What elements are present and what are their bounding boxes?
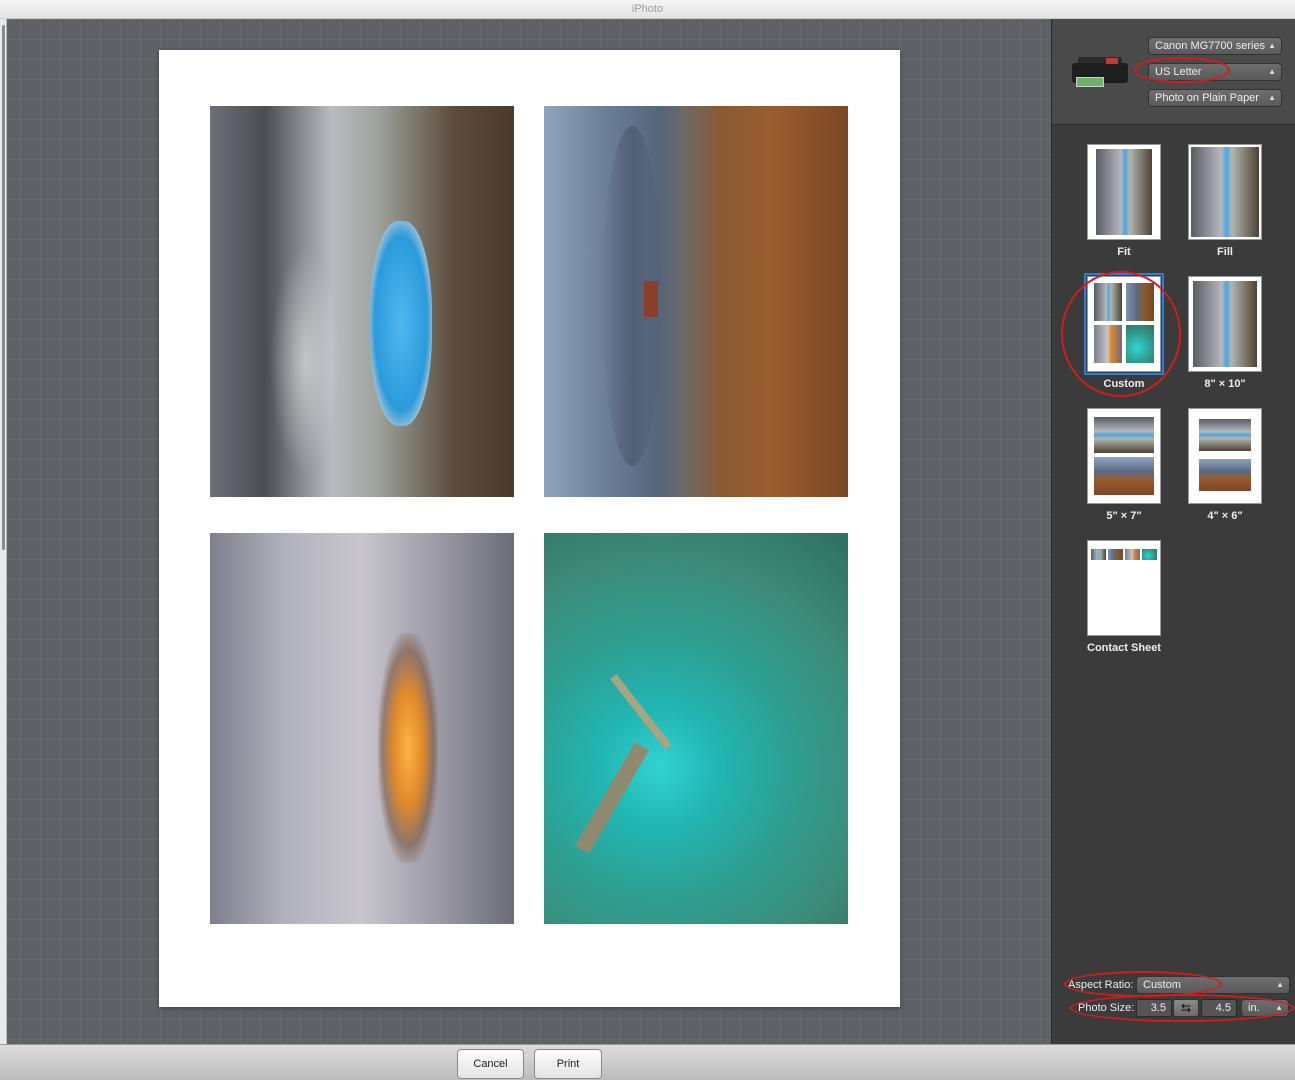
- fit-layout-thumbnail: [1087, 144, 1161, 240]
- photo-height-field[interactable]: 4.5: [1201, 999, 1237, 1017]
- layout-label: 4" × 6": [1207, 510, 1243, 522]
- paper-size-value: US Letter: [1155, 66, 1202, 78]
- layout-label: 5" × 7": [1106, 510, 1142, 522]
- printer-icon: [1072, 53, 1130, 87]
- aspect-ratio-select[interactable]: Custom ▲: [1136, 976, 1290, 994]
- unit-value: in.: [1248, 1002, 1260, 1014]
- photo-detail-mist: [270, 246, 340, 476]
- unit-select[interactable]: in. ▲: [1241, 999, 1289, 1017]
- photo-geyser[interactable]: [210, 106, 514, 497]
- popup-arrows-icon: ▲: [1275, 1003, 1283, 1012]
- layout-custom[interactable]: Custom: [1084, 273, 1164, 390]
- photo-sea-wreck[interactable]: [544, 533, 848, 924]
- custom-layout-thumbnail: [1084, 273, 1164, 375]
- layout-label: Fit: [1117, 246, 1131, 258]
- layout-fit[interactable]: Fit: [1087, 144, 1161, 258]
- fill-layout-thumbnail: [1188, 144, 1262, 240]
- print-settings-sidebar: Canon MG7700 series ▲ US Letter ▲ Photo …: [1051, 19, 1295, 1044]
- layout-5x7[interactable]: 5" × 7": [1087, 408, 1161, 522]
- photo-detail-house: [644, 281, 658, 317]
- print-button[interactable]: Print: [534, 1049, 602, 1079]
- printer-select[interactable]: Canon MG7700 series ▲: [1148, 37, 1282, 55]
- popup-arrows-icon: ▲: [1268, 93, 1276, 102]
- layout-label: Contact Sheet: [1087, 642, 1161, 654]
- photo-detail-wing: [610, 674, 672, 750]
- window-title: iPhoto: [631, 3, 664, 15]
- aspect-ratio-label: Aspect Ratio:: [1068, 979, 1134, 991]
- layout-4x6[interactable]: 4" × 6": [1188, 408, 1262, 522]
- dialog-footer: Cancel Print: [0, 1044, 1295, 1080]
- contact-sheet-layout-thumbnail: [1087, 540, 1161, 636]
- scrollbar-thumb[interactable]: [2, 25, 5, 550]
- photo-size-label: Photo Size:: [1078, 1002, 1135, 1014]
- photo-fields[interactable]: [544, 106, 848, 497]
- photo-detail-wreck: [575, 742, 649, 854]
- photo-fog-town[interactable]: [210, 533, 514, 924]
- layout-label: Custom: [1103, 378, 1145, 390]
- popup-arrows-icon: ▲: [1268, 67, 1276, 76]
- aspect-ratio-value: Custom: [1143, 979, 1181, 991]
- printer-select-value: Canon MG7700 series: [1155, 40, 1266, 52]
- photo-width-field[interactable]: 3.5: [1136, 999, 1172, 1017]
- 8x10-layout-thumbnail: [1188, 276, 1262, 372]
- popup-arrows-icon: ▲: [1276, 980, 1284, 989]
- printer-panel: Canon MG7700 series ▲ US Letter ▲ Photo …: [1052, 19, 1295, 125]
- layout-fill[interactable]: Fill: [1188, 144, 1262, 258]
- layout-contact-sheet[interactable]: Contact Sheet: [1082, 540, 1166, 654]
- window-titlebar: iPhoto: [0, 0, 1295, 19]
- paper-type-value: Photo on Plain Paper: [1155, 92, 1259, 104]
- swap-dimensions-icon[interactable]: ⇆: [1173, 999, 1199, 1017]
- 5x7-layout-thumbnail: [1087, 408, 1161, 504]
- 4x6-layout-thumbnail: [1188, 408, 1262, 504]
- layout-8x10[interactable]: 8" × 10": [1188, 276, 1262, 390]
- cancel-button[interactable]: Cancel: [457, 1049, 524, 1079]
- layout-label: Fill: [1217, 246, 1233, 258]
- photo-detail-glow: [378, 633, 438, 863]
- popup-arrows-icon: ▲: [1268, 41, 1276, 50]
- paper-size-select[interactable]: US Letter ▲: [1148, 63, 1282, 81]
- photo-size-controls: Aspect Ratio: Custom ▲ Photo Size: 3.5 ⇆…: [1052, 971, 1295, 1044]
- photo-detail-pool: [370, 221, 432, 426]
- left-scrollbar[interactable]: [0, 19, 7, 1044]
- paper-type-select[interactable]: Photo on Plain Paper ▲: [1148, 89, 1282, 107]
- layout-label: 8" × 10": [1204, 378, 1246, 390]
